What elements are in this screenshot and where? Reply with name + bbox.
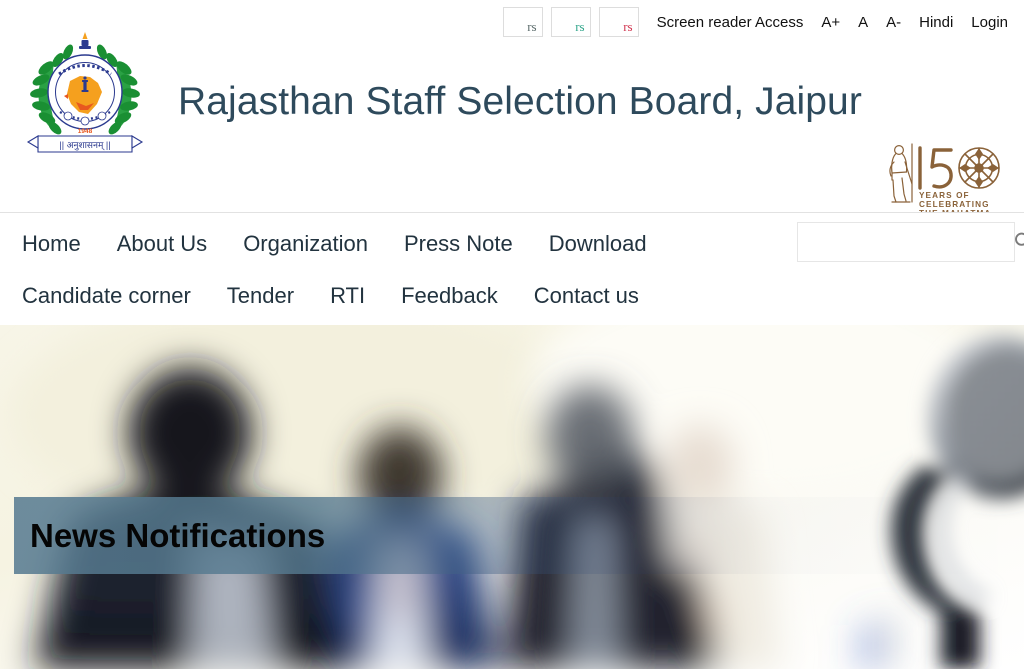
search-input[interactable] [798,223,1013,261]
page-root: rs rs rs Screen reader Access A+ A A- Hi… [0,0,1024,669]
page-title: Rajasthan Staff Selection Board, Jaipur [178,80,862,123]
nav-item-tender[interactable]: Tender [227,283,294,309]
nav-item-contact-us[interactable]: Contact us [534,283,639,309]
rajasthan-board-emblem-icon[interactable]: 1948 || अनुशासनम् || [24,24,146,154]
nav-item-about-us[interactable]: About Us [117,231,208,257]
nav-item-home[interactable]: Home [22,231,81,257]
nav-item-press-note[interactable]: Press Note [404,231,513,257]
gandhi-150-logo-icon: YEARS OF CELEBRATING THE MAHATMA [882,140,1008,218]
nav-item-rti[interactable]: RTI [330,283,365,309]
nav-item-candidate-corner[interactable]: Candidate corner [22,283,191,309]
svg-text:YEARS OF: YEARS OF [919,191,970,200]
nav-item-organization[interactable]: Organization [243,231,368,257]
hero-section[interactable]: News Notifications [0,325,1024,669]
svg-text:|| अनुशासनम् ||: || अनुशासनम् || [59,140,110,151]
main-navigation: Home About Us Organization Press Note Do… [0,213,1024,325]
svg-text:CELEBRATING: CELEBRATING [919,200,990,209]
news-notifications-banner[interactable]: News Notifications [14,497,1024,574]
news-notifications-title: News Notifications [30,516,326,554]
search-button[interactable] [1013,223,1024,261]
nav-item-download[interactable]: Download [549,231,647,257]
search-icon [1013,231,1024,254]
search-box [797,222,1024,262]
site-header: 1948 || अनुशासनम् || Rajasthan Staff Sel… [0,12,1024,218]
nav-row-secondary: Candidate corner Tender RTI Feedback Con… [0,268,1024,323]
svg-text:1948: 1948 [78,128,93,135]
nav-item-feedback[interactable]: Feedback [401,283,498,309]
